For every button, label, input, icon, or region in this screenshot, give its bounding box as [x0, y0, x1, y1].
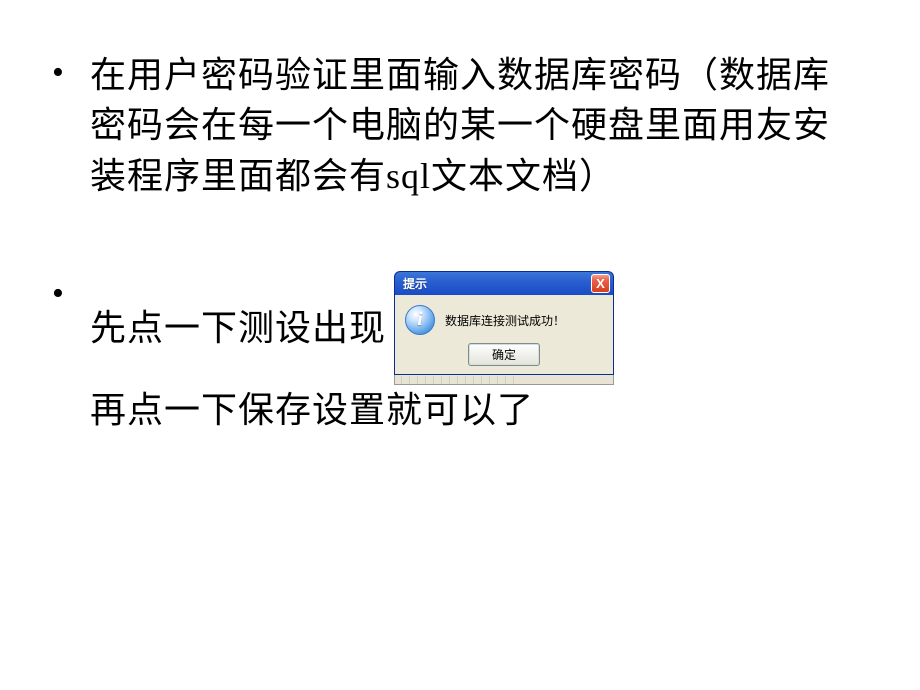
bullet-marker: •: [52, 56, 64, 90]
bullet-marker: •: [52, 277, 64, 311]
dialog-titlebar: 提示 X: [394, 271, 614, 295]
close-button[interactable]: X: [591, 274, 610, 293]
bullet-2-content: 先点一下测设出现 提示 X i 数据库连接测试成功！: [90, 271, 860, 435]
bullet-2-text-before: 先点一下测设出现: [90, 303, 386, 353]
info-icon-circle: i: [405, 305, 435, 335]
slide: • 在用户密码验证里面输入数据库密码（数据库密码会在每一个电脑的某一个硬盘里面用…: [0, 0, 920, 690]
bullet-item-1: • 在用户密码验证里面输入数据库密码（数据库密码会在每一个电脑的某一个硬盘里面用…: [90, 50, 860, 201]
close-icon: X: [596, 277, 605, 290]
dialog-body: i 数据库连接测试成功！ 确定: [394, 295, 614, 375]
bullet-2-text-after: 再点一下保存设置就可以了: [90, 385, 534, 435]
dialog-button-row: 确定: [405, 343, 603, 366]
dialog-bottom-strip: [394, 375, 614, 385]
info-icon: i: [405, 305, 435, 335]
bullet-item-2: • 先点一下测设出现 提示 X i: [90, 271, 860, 435]
info-icon-glyph: i: [417, 309, 422, 331]
dialog-message: 数据库连接测试成功！: [445, 312, 565, 329]
bullet-1-text: 在用户密码验证里面输入数据库密码（数据库密码会在每一个电脑的某一个硬盘里面用友安…: [90, 50, 860, 201]
dialog-content-row: i 数据库连接测试成功！: [405, 305, 603, 335]
dialog-title: 提示: [403, 275, 427, 292]
xp-dialog: 提示 X i 数据库连接测试成功！ 确: [394, 271, 614, 385]
ok-button[interactable]: 确定: [468, 343, 540, 366]
